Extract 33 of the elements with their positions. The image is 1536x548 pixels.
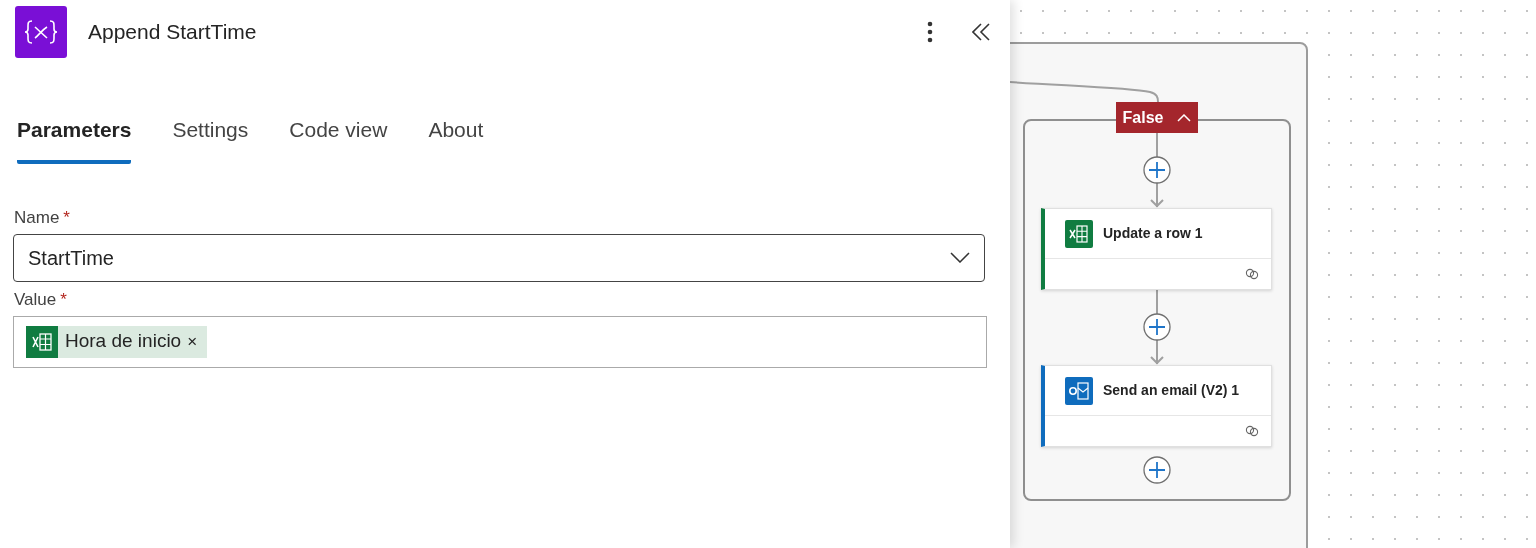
action-card[interactable]: Send an email (V2) 1 bbox=[1041, 365, 1272, 447]
panel-title: Append StartTime bbox=[88, 19, 257, 46]
branch-badge[interactable]: False bbox=[1116, 102, 1198, 133]
token-chip[interactable]: Hora de inicio × bbox=[26, 325, 208, 358]
action-title: Send an email (V2) 1 bbox=[1103, 381, 1240, 400]
action-card[interactable]: Update a row 1 bbox=[1041, 208, 1272, 290]
collapse-icon[interactable] bbox=[970, 21, 992, 43]
connector-line bbox=[1156, 289, 1158, 315]
connector-arrow bbox=[1150, 339, 1164, 365]
tab[interactable]: Parameters bbox=[17, 114, 132, 164]
field-label: Name bbox=[14, 206, 60, 229]
action-title: Update a row 1 bbox=[1103, 224, 1203, 243]
value-field[interactable]: Hora de inicio × bbox=[13, 315, 987, 368]
add-step-icon[interactable] bbox=[1143, 156, 1171, 184]
tab[interactable]: Code view bbox=[289, 114, 388, 164]
mail-app-icon bbox=[1065, 376, 1093, 405]
spreadsheet-icon bbox=[26, 325, 58, 358]
required-mark: * bbox=[63, 206, 70, 229]
field-label: Value bbox=[14, 288, 57, 311]
spreadsheet-icon bbox=[1065, 219, 1093, 248]
add-step-icon[interactable] bbox=[1143, 313, 1171, 341]
chevron-down-icon bbox=[950, 252, 970, 263]
name-dropdown[interactable]: StartTime bbox=[13, 233, 985, 282]
remove-token-icon[interactable]: × bbox=[187, 328, 198, 355]
connector-line bbox=[1156, 132, 1158, 158]
add-step-icon[interactable] bbox=[1143, 456, 1171, 484]
variable-icon bbox=[15, 6, 67, 58]
link-icon bbox=[1245, 268, 1259, 280]
connector-arrow bbox=[1150, 182, 1164, 208]
required-mark: * bbox=[60, 288, 67, 311]
tab[interactable]: Settings bbox=[172, 114, 249, 164]
link-icon bbox=[1245, 425, 1259, 437]
tab[interactable]: About bbox=[428, 114, 484, 164]
